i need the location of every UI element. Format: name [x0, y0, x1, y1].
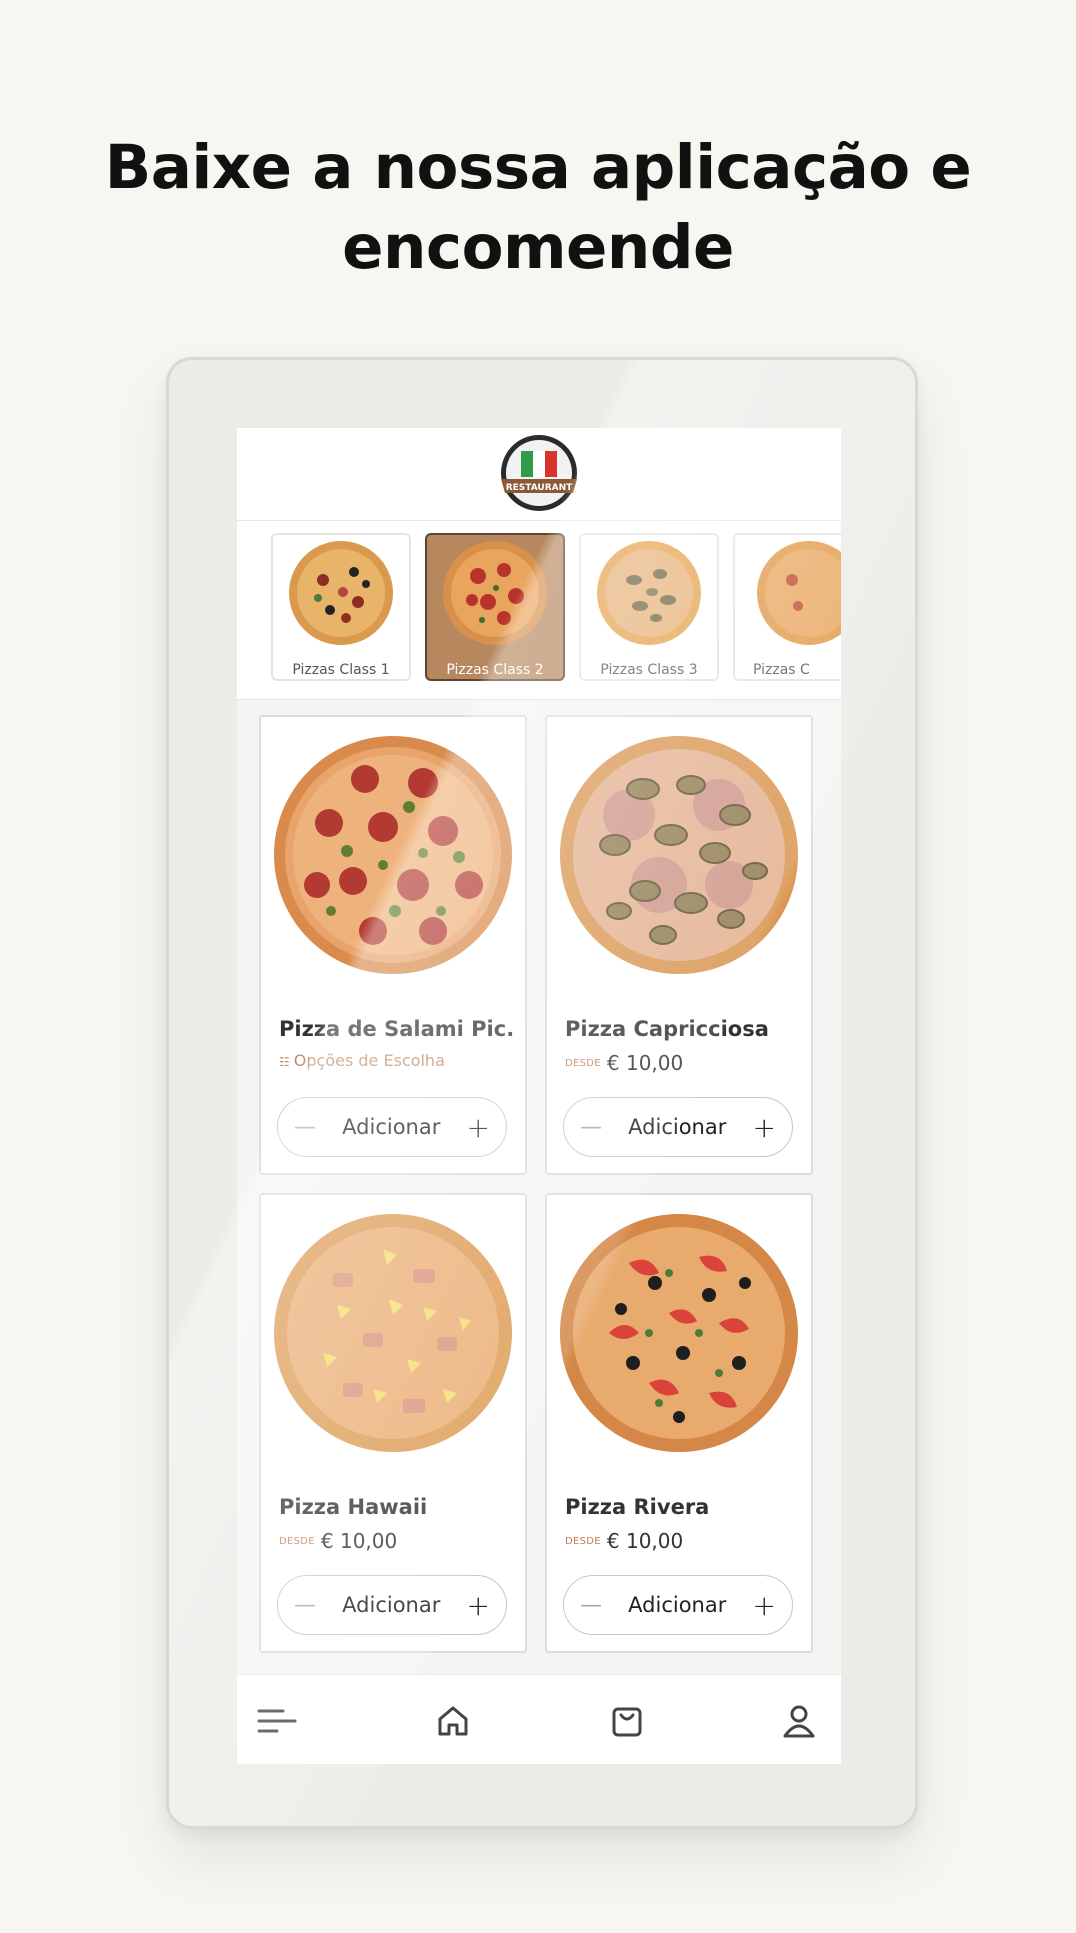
- category-pizzas-class-3[interactable]: Pizzas Class 3: [579, 533, 719, 681]
- plus-icon[interactable]: +: [467, 1589, 490, 1622]
- category-label: Pizzas Class 2: [446, 662, 544, 678]
- product-name: Pizza Capricciosa: [565, 1017, 769, 1041]
- product-card[interactable]: Pizza Hawaii DESDE € 10,00 — Adicionar +: [259, 1193, 527, 1653]
- price-prefix: DESDE: [279, 1536, 315, 1547]
- product-options[interactable]: ☷ Opções de Escolha: [279, 1051, 445, 1070]
- product-price-row: DESDE € 10,00: [565, 1051, 683, 1075]
- price-prefix: DESDE: [565, 1058, 601, 1069]
- category-pizzas-class-2[interactable]: Pizzas Class 2: [425, 533, 565, 681]
- add-button-label[interactable]: Adicionar: [342, 1115, 440, 1139]
- add-to-cart-control: — Adicionar +: [277, 1575, 507, 1635]
- app-screen: RESTAURANT Pizzas Class 1 Pizzas Class 2…: [237, 428, 841, 1764]
- product-price-row: DESDE € 10,00: [279, 1529, 397, 1553]
- product-name: Pizza Rivera: [565, 1495, 710, 1519]
- options-icon: ☷: [279, 1055, 290, 1069]
- product-name: Pizza de Salami Pic...: [279, 1017, 515, 1041]
- menu-icon[interactable]: [257, 1701, 297, 1741]
- plus-icon[interactable]: +: [753, 1589, 776, 1622]
- category-label: Pizzas C: [753, 662, 810, 678]
- logo-text: RESTAURANT: [506, 483, 573, 493]
- category-bar: Pizzas Class 1 Pizzas Class 2 Pizzas Cla…: [237, 521, 841, 700]
- product-name: Pizza Hawaii: [279, 1495, 428, 1519]
- headline-line-2: encomende: [342, 212, 734, 283]
- category-label: Pizzas Class 3: [600, 662, 698, 678]
- add-to-cart-control: — Adicionar +: [277, 1097, 507, 1157]
- headline-line-1: Baixe a nossa aplicação e: [104, 132, 972, 203]
- category-pizzas-class-4[interactable]: Pizzas C: [733, 533, 841, 681]
- user-icon[interactable]: [779, 1701, 819, 1741]
- minus-icon[interactable]: —: [580, 1115, 602, 1140]
- pizza-rivera-image: [560, 1214, 798, 1452]
- pizza-thumbnail-icon: [597, 541, 701, 645]
- category-pizzas-class-1[interactable]: Pizzas Class 1: [271, 533, 411, 681]
- pizza-thumbnail-icon: [757, 541, 841, 645]
- product-price: € 10,00: [606, 1529, 684, 1553]
- add-button-label[interactable]: Adicionar: [628, 1115, 726, 1139]
- product-price: € 10,00: [320, 1529, 398, 1553]
- options-label: Opções de Escolha: [293, 1051, 445, 1070]
- bottom-nav: [237, 1674, 841, 1764]
- plus-icon[interactable]: +: [467, 1111, 490, 1144]
- tablet-frame: RESTAURANT Pizzas Class 1 Pizzas Class 2…: [166, 357, 918, 1829]
- pizza-capricciosa-image: [560, 736, 798, 974]
- pizza-salami-image: [274, 736, 512, 974]
- home-icon[interactable]: [433, 1701, 473, 1741]
- product-price: € 10,00: [606, 1051, 684, 1075]
- pizza-thumbnail-icon: [443, 541, 547, 645]
- add-button-label[interactable]: Adicionar: [628, 1593, 726, 1617]
- category-label: Pizzas Class 1: [292, 662, 390, 678]
- product-price-row: DESDE € 10,00: [565, 1529, 683, 1553]
- add-to-cart-control: — Adicionar +: [563, 1575, 793, 1635]
- product-card[interactable]: Pizza Capricciosa DESDE € 10,00 — Adicio…: [545, 715, 813, 1175]
- bag-icon[interactable]: [607, 1701, 647, 1741]
- minus-icon[interactable]: —: [294, 1115, 316, 1140]
- add-to-cart-control: — Adicionar +: [563, 1097, 793, 1157]
- pizza-thumbnail-icon: [289, 541, 393, 645]
- minus-icon[interactable]: —: [580, 1593, 602, 1618]
- product-card[interactable]: Pizza Rivera DESDE € 10,00 — Adicionar +: [545, 1193, 813, 1653]
- page-headline: Baixe a nossa aplicação e encomende: [0, 128, 1076, 288]
- pizza-hawaii-image: [274, 1214, 512, 1452]
- app-header: RESTAURANT: [237, 428, 841, 521]
- add-button-label[interactable]: Adicionar: [342, 1593, 440, 1617]
- minus-icon[interactable]: —: [294, 1593, 316, 1618]
- restaurant-logo[interactable]: RESTAURANT: [493, 433, 585, 515]
- plus-icon[interactable]: +: [753, 1111, 776, 1144]
- price-prefix: DESDE: [565, 1536, 601, 1547]
- product-card[interactable]: Pizza de Salami Pic... ☷ Opções de Escolh…: [259, 715, 527, 1175]
